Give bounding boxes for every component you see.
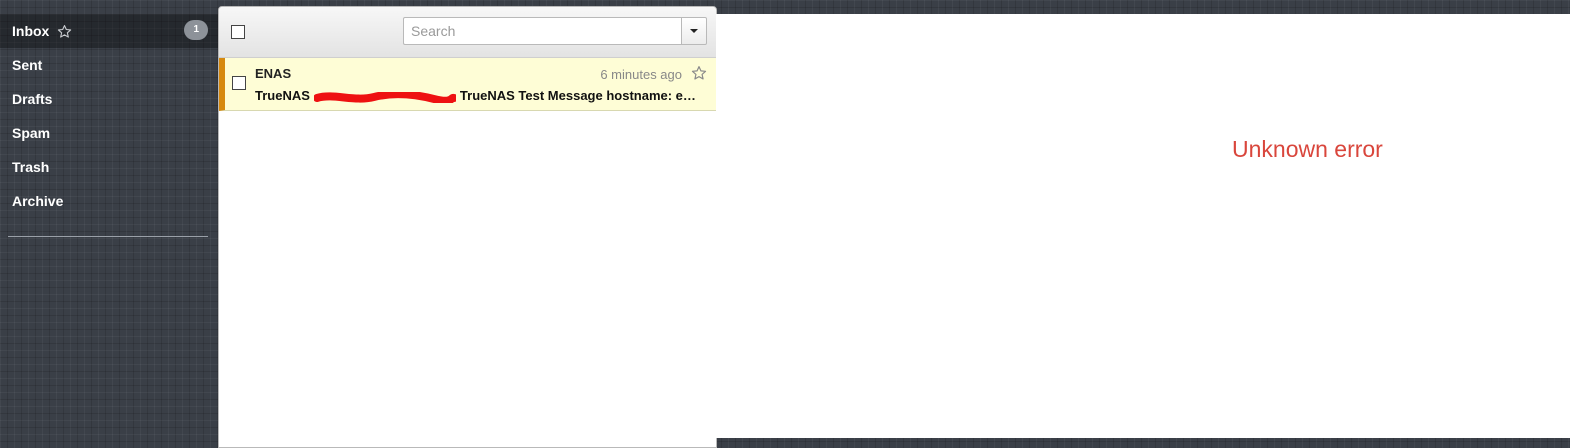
- folder-sidebar: Inbox 1 Sent Drafts Spam Trash Archive: [0, 14, 218, 237]
- folder-inbox[interactable]: Inbox 1: [0, 14, 218, 48]
- star-icon[interactable]: [57, 24, 72, 39]
- search-options-button[interactable]: [681, 17, 707, 45]
- folder-label: Archive: [12, 193, 64, 209]
- star-icon[interactable]: [691, 65, 707, 81]
- redaction-mark: [312, 89, 458, 103]
- reading-pane: Unknown error: [716, 14, 1570, 438]
- folder-label: Inbox: [12, 23, 50, 39]
- message-row[interactable]: ENAS 6 minutes ago TrueNAS TrueNAS Test M…: [219, 58, 716, 111]
- folder-sent[interactable]: Sent: [0, 48, 218, 82]
- folder-archive[interactable]: Archive: [0, 184, 218, 218]
- message-timestamp: 6 minutes ago: [600, 67, 682, 82]
- search-input[interactable]: [403, 17, 681, 45]
- message-checkbox[interactable]: [232, 76, 246, 90]
- subject-text: TrueNAS Test Message hostname: enas.loca…: [459, 88, 703, 103]
- sidebar-divider: [8, 236, 208, 237]
- folder-label: Trash: [12, 159, 50, 175]
- folder-label: Drafts: [12, 91, 53, 107]
- folder-drafts[interactable]: Drafts: [0, 82, 218, 116]
- select-all-checkbox[interactable]: [231, 25, 245, 39]
- folder-label: Sent: [12, 57, 43, 73]
- folder-spam[interactable]: Spam: [0, 116, 218, 150]
- message-list-toolbar: [219, 7, 716, 58]
- error-message: Unknown error: [1232, 136, 1383, 162]
- folder-label: Spam: [12, 125, 51, 141]
- caret-down-icon: [690, 29, 698, 33]
- message-subject: TrueNAS TrueNAS Test Message hostname: en…: [255, 88, 703, 103]
- message-sender: ENAS: [255, 66, 292, 81]
- subject-prefix: TrueNAS: [255, 88, 310, 103]
- folder-trash[interactable]: Trash: [0, 150, 218, 184]
- unread-count-badge: 1: [184, 20, 208, 40]
- message-list-panel: ENAS 6 minutes ago TrueNAS TrueNAS Test M…: [218, 6, 717, 448]
